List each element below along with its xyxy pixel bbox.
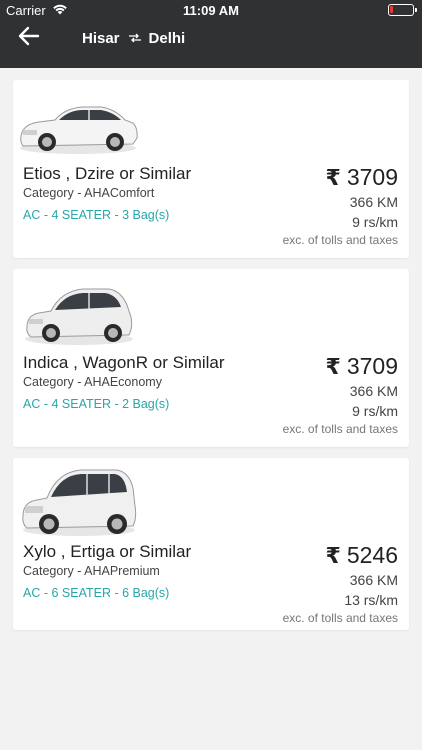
trip-distance: 366 KM [349,383,398,399]
fare-price: ₹5246 [326,542,398,569]
fare-price: ₹3709 [326,164,398,191]
fare-amount: 5246 [346,542,398,568]
fare-note: exc. of tolls and taxes [282,233,398,247]
fare-amount: 3709 [346,164,398,190]
rupee-symbol: ₹ [325,543,341,568]
swap-arrows-icon [128,33,141,43]
car-category: Category - AHAPremium [23,564,160,578]
car-name: Etios , Dzire or Similar [23,164,192,183]
arrow-left-icon [18,26,40,46]
car-option-card[interactable]: Xylo , Ertiga or Similar Category - AHAP… [13,458,409,630]
car-option-card[interactable]: Indica , WagonR or Similar Category - AH… [13,269,409,447]
fare-note: exc. of tolls and taxes [282,611,398,625]
rupee-symbol: ₹ [325,165,341,190]
trip-distance: 366 KM [349,194,398,210]
fare-price: ₹3709 [326,353,398,380]
sedan-car-image [20,106,138,154]
fare-note: exc. of tolls and taxes [282,422,398,436]
per-km-rate: 9 rs/km [352,214,398,230]
status-time: 11:09 AM [183,3,239,18]
route-to: Delhi [148,29,186,47]
battery-icon [388,4,417,16]
car-option-card[interactable]: Etios , Dzire or Similar Category - AHAC… [13,80,409,258]
hatchback-car-image [25,288,133,345]
car-features: AC - 6 SEATER - 6 Bag(s) [23,586,170,600]
battery-level [390,6,393,13]
per-km-rate: 9 rs/km [352,403,398,419]
app-header: Carrier 11:09 AM Hisar Delhi [0,0,422,68]
route-from: Hisar [82,29,120,47]
status-bar: Carrier 11:09 AM [0,0,422,22]
per-km-rate: 13 rs/km [344,592,398,608]
car-name: Indica , WagonR or Similar [23,353,225,372]
back-button[interactable] [18,26,40,46]
car-features: AC - 4 SEATER - 2 Bag(s) [23,397,170,411]
car-category: Category - AHAComfort [23,186,155,200]
mpv-car-image [22,469,137,536]
trip-distance: 366 KM [349,572,398,588]
car-category: Category - AHAEconomy [23,375,162,389]
car-features: AC - 4 SEATER - 3 Bag(s) [23,208,170,222]
rupee-symbol: ₹ [325,354,341,379]
car-name: Xylo , Ertiga or Similar [23,542,192,561]
fare-amount: 3709 [346,353,398,379]
route-title: Hisar Delhi [82,28,185,48]
